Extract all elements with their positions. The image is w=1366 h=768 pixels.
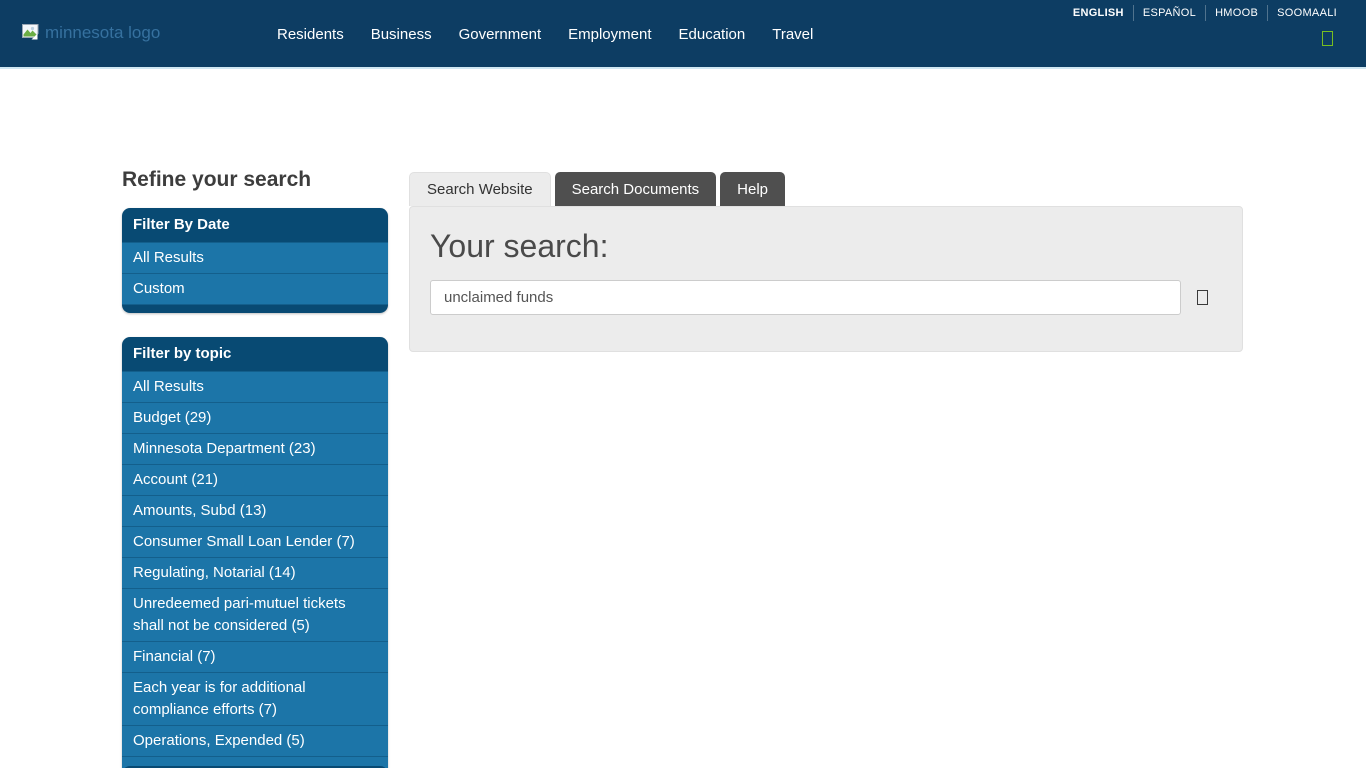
nav-item-residents[interactable]: Residents bbox=[267, 20, 354, 49]
topic-filter-consumer-small-loan-lender[interactable]: Consumer Small Loan Lender (7) bbox=[122, 526, 388, 557]
filter-by-date-header: Filter By Date bbox=[122, 208, 388, 242]
refine-sidebar: Refine your search Filter By Date All Re… bbox=[122, 168, 388, 768]
search-panel: Your search: bbox=[409, 206, 1243, 352]
your-search-heading: Your search: bbox=[430, 228, 1222, 265]
search-input[interactable] bbox=[430, 280, 1181, 315]
tab-search-documents[interactable]: Search Documents bbox=[555, 172, 717, 206]
filter-by-topic-header: Filter by topic bbox=[122, 337, 388, 371]
panel-bottom-cap bbox=[122, 304, 388, 313]
nav-item-travel[interactable]: Travel bbox=[762, 20, 823, 49]
nav-item-government[interactable]: Government bbox=[449, 20, 552, 49]
page: minnesota logo Residents Business Govern… bbox=[0, 0, 1366, 768]
topic-filter-budget[interactable]: Budget (29) bbox=[122, 402, 388, 433]
logo-alt-text: minnesota logo bbox=[45, 23, 160, 43]
topic-filter-amounts-subd[interactable]: Amounts, Subd (13) bbox=[122, 495, 388, 526]
search-submit-icon[interactable] bbox=[1197, 290, 1208, 305]
language-hmoob[interactable]: HMOOB bbox=[1205, 5, 1267, 21]
filter-by-date-panel: Filter By Date All Results Custom bbox=[122, 208, 388, 313]
top-navbar: minnesota logo Residents Business Govern… bbox=[0, 0, 1366, 69]
main-nav: Residents Business Government Employment… bbox=[267, 0, 830, 69]
search-icon[interactable] bbox=[1322, 31, 1333, 46]
search-main: Search Website Search Documents Help You… bbox=[409, 172, 1243, 352]
language-english[interactable]: ENGLISH bbox=[1064, 5, 1133, 21]
language-bar: ENGLISH ESPAÑOL HMOOB SOOMAALI bbox=[1064, 5, 1346, 21]
filter-by-topic-panel: Filter by topic All Results Budget (29) … bbox=[122, 337, 388, 768]
search-row bbox=[430, 280, 1222, 315]
search-tabs: Search Website Search Documents Help bbox=[409, 172, 1243, 206]
language-soomaali[interactable]: SOOMAALI bbox=[1267, 5, 1346, 21]
topic-filter-regulating-notarial[interactable]: Regulating, Notarial (14) bbox=[122, 557, 388, 588]
language-espanol[interactable]: ESPAÑOL bbox=[1133, 5, 1205, 21]
logo-link[interactable]: minnesota logo bbox=[20, 22, 160, 43]
broken-image-icon bbox=[20, 22, 41, 43]
topic-filter-each-year-compliance[interactable]: Each year is for additional compliance e… bbox=[122, 672, 388, 725]
topic-filter-account[interactable]: Account (21) bbox=[122, 464, 388, 495]
tab-help[interactable]: Help bbox=[720, 172, 785, 206]
topic-filter-financial[interactable]: Financial (7) bbox=[122, 641, 388, 672]
topic-filter-all-results[interactable]: All Results bbox=[122, 371, 388, 402]
topic-filter-minnesota-department[interactable]: Minnesota Department (23) bbox=[122, 433, 388, 464]
nav-item-employment[interactable]: Employment bbox=[558, 20, 661, 49]
nav-item-education[interactable]: Education bbox=[669, 20, 756, 49]
nav-item-business[interactable]: Business bbox=[361, 20, 442, 49]
date-filter-custom[interactable]: Custom bbox=[122, 273, 388, 304]
tab-search-website[interactable]: Search Website bbox=[409, 172, 551, 206]
topic-filter-operations-expended[interactable]: Operations, Expended (5) bbox=[122, 725, 388, 756]
refine-title: Refine your search bbox=[122, 168, 388, 192]
date-filter-all-results[interactable]: All Results bbox=[122, 242, 388, 273]
topic-filter-unredeemed-pari-mutuel[interactable]: Unredeemed pari-mutuel tickets shall not… bbox=[122, 588, 388, 641]
